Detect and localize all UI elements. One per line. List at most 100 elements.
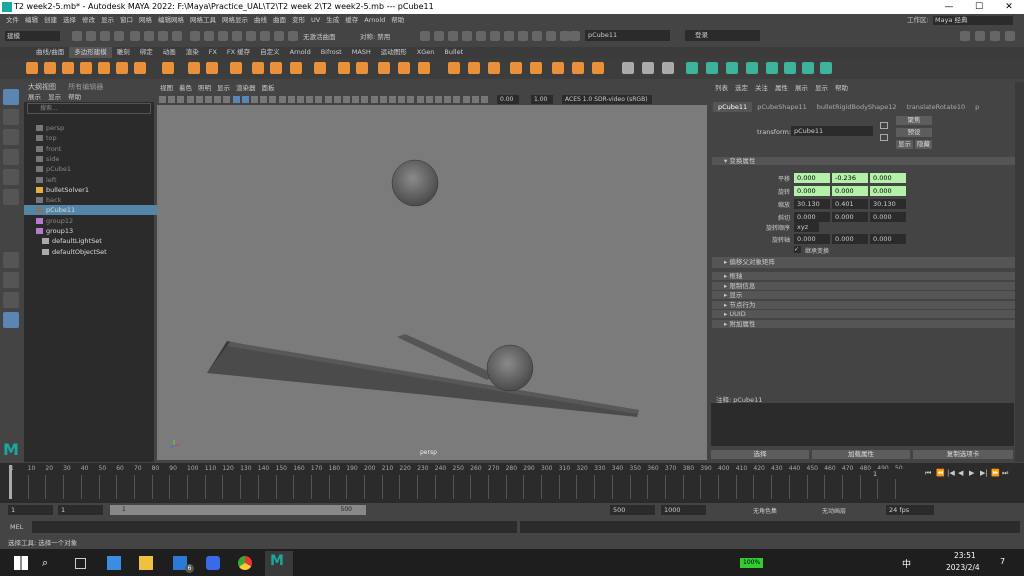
menu-8[interactable]: 编辑网格 xyxy=(158,16,184,24)
outliner-item-group12[interactable]: group12 xyxy=(24,216,166,226)
outliner-item-pCube1[interactable]: pCube1 xyxy=(24,164,166,174)
mode-select[interactable]: 建模 xyxy=(5,31,60,41)
status-tool-icon[interactable] xyxy=(570,31,580,41)
shelf-tool-icon[interactable] xyxy=(134,62,146,74)
shelf-tool-icon[interactable] xyxy=(188,62,200,74)
file-explorer-icon[interactable] xyxy=(139,556,153,570)
shelf-tab-13[interactable]: XGen xyxy=(412,47,440,58)
viewport-tool-icon[interactable] xyxy=(223,96,231,103)
rotate-axis-z-field[interactable]: 0.000 xyxy=(870,234,906,244)
command-input[interactable] xyxy=(32,521,517,533)
shelf-tab-6[interactable]: FX xyxy=(204,47,222,58)
playback-control-icon[interactable]: ⏪ xyxy=(936,469,945,477)
shelf-tool-icon[interactable] xyxy=(686,62,698,74)
menu-0[interactable]: 文件 xyxy=(6,16,19,24)
status-tool-icon[interactable] xyxy=(130,31,140,41)
viewport-tool-icon[interactable] xyxy=(214,96,222,103)
ae-menu-1[interactable]: 选定 xyxy=(735,84,748,92)
outliner-item-persp[interactable]: persp xyxy=(24,123,166,133)
menu-2[interactable]: 创建 xyxy=(44,16,57,24)
viewport-menu-3[interactable]: 显示 xyxy=(217,84,230,92)
symmetry-select[interactable]: 对称: 禁用 xyxy=(360,31,390,41)
translate-y-field[interactable]: -0.236 xyxy=(832,173,868,183)
shelf-tool-icon[interactable] xyxy=(820,62,832,74)
viewport-tool-icon[interactable] xyxy=(177,96,185,103)
rotate-tool-icon[interactable] xyxy=(3,169,19,185)
notes-field[interactable] xyxy=(711,403,1014,446)
ae-tab-0[interactable]: pCube11 xyxy=(713,102,753,112)
chrome-icon[interactable] xyxy=(238,556,252,570)
shelf-tool-icon[interactable] xyxy=(746,62,758,74)
shelf-tool-icon[interactable] xyxy=(338,62,350,74)
rotate-x-field[interactable]: 0.000 xyxy=(794,186,830,196)
shelf-tool-icon[interactable] xyxy=(552,62,564,74)
status-tool-icon[interactable] xyxy=(190,31,200,41)
playback-control-icon[interactable]: ▶| xyxy=(980,469,988,477)
outliner-item-group13[interactable]: group13 xyxy=(24,226,166,236)
ae-menu-0[interactable]: 列表 xyxy=(715,84,728,92)
ae-menu-4[interactable]: 展示 xyxy=(795,84,808,92)
status-tool-icon[interactable] xyxy=(990,31,1000,41)
character-set-select[interactable]: 无角色集 xyxy=(753,506,777,515)
viewport-tool-icon[interactable] xyxy=(352,96,360,103)
menu-3[interactable]: 选择 xyxy=(63,16,76,24)
menu-14[interactable]: UV xyxy=(311,16,320,24)
status-tool-icon[interactable] xyxy=(72,31,82,41)
viewport-menu-2[interactable]: 照明 xyxy=(198,84,211,92)
status-tool-icon[interactable] xyxy=(246,31,256,41)
viewport-tool-icon[interactable] xyxy=(260,96,268,103)
range-bar[interactable]: 1 500 xyxy=(110,505,366,515)
playback-start-field[interactable]: 1 xyxy=(58,505,103,515)
anim-start-field[interactable]: 1 xyxy=(8,505,53,515)
status-tool-icon[interactable] xyxy=(218,31,228,41)
viewport-tool-icon[interactable] xyxy=(462,96,470,103)
menu-18[interactable]: 帮助 xyxy=(391,16,404,24)
status-tool-icon[interactable] xyxy=(288,31,298,41)
viewport-tool-icon[interactable] xyxy=(315,96,323,103)
section-collapsed[interactable]: ▸ 节点行为 xyxy=(712,300,1020,309)
playback-control-icon[interactable]: ▶ xyxy=(969,469,974,477)
menu-11[interactable]: 曲线 xyxy=(254,16,267,24)
shelf-tab-8[interactable]: 自定义 xyxy=(255,47,285,58)
menu-10[interactable]: 网格显示 xyxy=(222,16,248,24)
status-tool-icon[interactable] xyxy=(490,31,500,41)
viewport-tool-icon[interactable] xyxy=(232,96,240,103)
shelf-tool-icon[interactable] xyxy=(592,62,604,74)
no-live-surface[interactable]: 无激活曲面 xyxy=(303,31,336,41)
shelf-tab-7[interactable]: FX 缓存 xyxy=(222,47,255,58)
lasso-tool-icon[interactable] xyxy=(3,109,19,125)
shelf-tool-icon[interactable] xyxy=(80,62,92,74)
shelf-tool-icon[interactable] xyxy=(230,62,242,74)
ime-indicator[interactable]: 中 xyxy=(902,557,911,570)
shelf-tab-3[interactable]: 绑定 xyxy=(135,47,158,58)
four-view-icon[interactable] xyxy=(3,272,19,288)
ae-menu-5[interactable]: 显示 xyxy=(815,84,828,92)
menu-9[interactable]: 网格工具 xyxy=(190,16,216,24)
shear-x-field[interactable]: 0.000 xyxy=(794,212,830,222)
outliner-item-back[interactable]: back xyxy=(24,195,166,205)
shelf-tool-icon[interactable] xyxy=(448,62,460,74)
viewport-menu-1[interactable]: 着色 xyxy=(179,84,192,92)
viewport-tool-icon[interactable] xyxy=(416,96,424,103)
status-tool-icon[interactable] xyxy=(504,31,514,41)
workspace-select[interactable]: Maya 经典 xyxy=(933,16,1013,25)
status-tool-icon[interactable] xyxy=(532,31,542,41)
task-view-icon[interactable] xyxy=(75,558,86,569)
exposure-field[interactable]: 0.00 xyxy=(497,95,519,104)
shelf-tool-icon[interactable] xyxy=(784,62,796,74)
shelf-tool-icon[interactable] xyxy=(116,62,128,74)
status-tool-icon[interactable] xyxy=(960,31,970,41)
viewport-tool-icon[interactable] xyxy=(333,96,341,103)
viewport-tool-icon[interactable] xyxy=(444,96,452,103)
shelf-tool-icon[interactable] xyxy=(162,62,174,74)
menu-7[interactable]: 网格 xyxy=(139,16,152,24)
shelf-tool-icon[interactable] xyxy=(766,62,778,74)
hide-button[interactable]: 隐藏 xyxy=(915,140,932,149)
viewport-tool-icon[interactable] xyxy=(398,96,406,103)
outliner-menu-display[interactable]: 展示 xyxy=(28,93,41,101)
status-tool-icon[interactable] xyxy=(420,31,430,41)
minimize-button[interactable]: — xyxy=(934,0,964,14)
gamma-field[interactable]: 1.00 xyxy=(531,95,553,104)
playback-control-icon[interactable]: ⏮ xyxy=(925,469,931,478)
outliner-title[interactable]: 大纲视图 xyxy=(28,83,56,91)
